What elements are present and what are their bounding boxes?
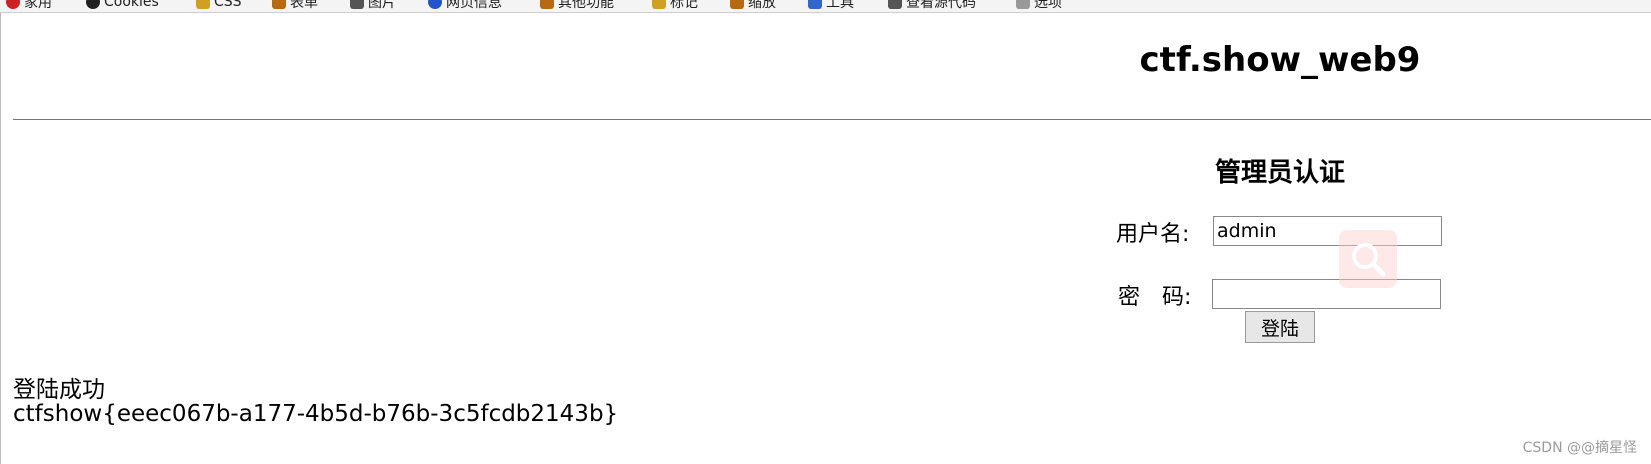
password-label-part: 码: xyxy=(1162,285,1192,310)
bookmark-item[interactable]: 缩放 xyxy=(730,0,776,11)
bookmark-item[interactable]: 工具 xyxy=(808,0,854,11)
bookmark-icon xyxy=(540,0,554,9)
bookmark-item[interactable]: Cookies xyxy=(86,0,159,10)
bookmark-icon xyxy=(196,0,210,9)
csdn-watermark: CSDN @@摘星怪 xyxy=(1522,440,1637,456)
username-label: 用户名: xyxy=(1116,222,1190,247)
bookmark-item[interactable]: 选项 xyxy=(1016,0,1062,11)
bookmark-icon xyxy=(652,0,666,9)
login-status-text: 登陆成功 xyxy=(13,377,105,403)
bookmark-icon xyxy=(6,0,20,9)
bookmark-item[interactable]: 标记 xyxy=(652,0,698,11)
bookmark-item[interactable]: 其他功能 xyxy=(540,0,614,11)
bookmark-icon xyxy=(272,0,286,9)
bookmark-item[interactable]: 查看源代码 xyxy=(888,0,976,11)
bookmark-icon xyxy=(1016,0,1030,9)
bookmark-item[interactable]: CSS xyxy=(196,0,242,10)
search-icon xyxy=(1352,243,1386,277)
bookmark-icon xyxy=(428,0,442,9)
bookmark-item[interactable]: 表单 xyxy=(272,0,318,11)
bookmark-icon xyxy=(888,0,902,9)
bookmark-icon xyxy=(86,0,100,9)
username-input[interactable] xyxy=(1213,216,1442,246)
page-title: ctf.show_web9 xyxy=(1139,40,1421,80)
flag-text: ctfshow{eeec067b-a177-4b5d-b76b-3c5fcdb2… xyxy=(13,401,619,427)
bookmark-icon xyxy=(350,0,364,9)
password-label: 密码: xyxy=(1118,279,1191,311)
form-title: 管理员认证 xyxy=(1214,158,1345,188)
password-label-part: 密 xyxy=(1118,285,1141,310)
bookmark-icon xyxy=(730,0,744,9)
bookmark-item[interactable]: 网页信息 xyxy=(428,0,502,11)
login-button[interactable]: 登陆 xyxy=(1245,311,1315,343)
bookmark-icon xyxy=(808,0,822,9)
bookmark-item[interactable]: 图片 xyxy=(350,0,396,11)
password-input[interactable] xyxy=(1212,279,1441,309)
window-left-border xyxy=(0,12,1,464)
bookmarks-toolbar: 家用 Cookies CSS 表单 图片 网页信息 其他功能 标记 缩放 工具 … xyxy=(0,0,1651,13)
bookmark-item[interactable]: 家用 xyxy=(6,0,52,11)
search-overlay[interactable] xyxy=(1339,230,1397,288)
horizontal-rule xyxy=(13,119,1651,120)
